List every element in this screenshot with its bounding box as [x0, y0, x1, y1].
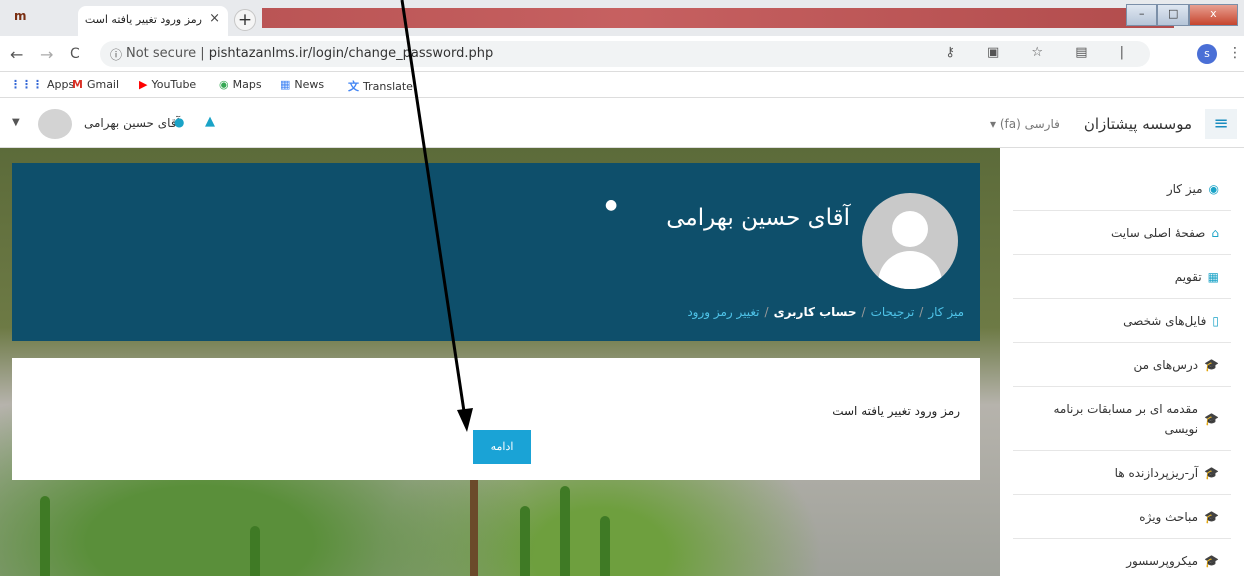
minimize-button[interactable]: –: [1126, 4, 1158, 26]
graduation-cap-icon: 🎓: [1204, 553, 1219, 568]
graduation-cap-icon: 🎓: [1204, 509, 1219, 524]
sidebar-item-site-home[interactable]: ⌂ صفحهٔ اصلی سایت: [1013, 211, 1231, 255]
url-input[interactable]: ⓘ Not secure | pishtazanlms.ir/login/cha…: [100, 41, 1150, 67]
breadcrumb-separator: /: [919, 305, 924, 319]
profile-picture: [862, 193, 958, 289]
main-content-card: رمز ورود تغییر یافته است ادامه: [12, 358, 980, 480]
window-title-band: [262, 8, 1174, 28]
maximize-button[interactable]: □: [1157, 4, 1189, 26]
avatar[interactable]: [38, 109, 72, 139]
breadcrumb-dashboard[interactable]: میز کار: [928, 305, 964, 319]
forward-icon[interactable]: →: [40, 45, 53, 64]
address-bar-row: ← → C ⓘ Not secure | pishtazanlms.ir/log…: [0, 36, 1244, 72]
page-header: آقای حسین بهرامی ● میز کار / ترجیحات / حساب …: [12, 163, 980, 341]
bookmarks-bar: ⋮⋮⋮ Apps M Gmail ▶ YouTube ◉ Maps ▦ News 文 Tra…: [0, 72, 1244, 98]
browser-tab[interactable]: رمز ورود تغییر یافته است ×: [78, 6, 228, 36]
bookmark-label: Maps: [232, 78, 262, 91]
info-icon[interactable]: ⓘ: [110, 46, 122, 63]
message-user-icon[interactable]: ●: [605, 197, 617, 213]
profile-avatar[interactable]: s: [1197, 44, 1217, 64]
sidebar-item-label: مقدمه ای بر مسابقات برنامه نویسی: [1053, 401, 1199, 436]
bookmark-youtube[interactable]: ▶ YouTube: [139, 78, 196, 91]
file-icon: ▯: [1212, 313, 1219, 328]
sidebar-item-label: میکروپرسسور: [1126, 553, 1199, 568]
maps-icon: ◉: [219, 78, 229, 91]
graduation-cap-icon: 🎓: [1204, 411, 1219, 426]
site-navbar: ≡ موسسه پیشتازان فارسی (fa) ▾ ▼ آقای حسی…: [0, 100, 1244, 148]
tab-title: رمز ورود تغییر یافته است: [84, 13, 202, 26]
continue-button[interactable]: ادامه: [473, 430, 531, 464]
youtube-icon: ▶: [139, 78, 148, 91]
language-menu[interactable]: فارسی (fa) ▾: [990, 117, 1060, 131]
sidebar-item-course[interactable]: 🎓 مقدمه ای بر مسابقات برنامه نویسی: [1013, 387, 1231, 451]
sidebar-item-label: مباحث ویژه: [1139, 509, 1199, 524]
url-text: Not secure | pishtazanlms.ir/login/chang…: [126, 46, 493, 61]
bookmark-label: Translate: [363, 80, 413, 93]
not-secure-label: Not secure |: [126, 46, 209, 61]
messages-icon[interactable]: ●: [174, 115, 184, 129]
bookmark-maps[interactable]: ◉ Maps: [219, 78, 262, 91]
navigation-sidebar: ◉ میز کار ⌂ صفحهٔ اصلی سایت ▦ تقویم ▯ فایل‌ه…: [1013, 167, 1231, 576]
sidebar-item-label: میز کار: [1166, 181, 1203, 196]
user-menu-caret-icon[interactable]: ▼: [12, 117, 20, 128]
menu-toggle-button[interactable]: ≡: [1205, 109, 1237, 139]
bookmark-apps[interactable]: ⋮⋮⋮ Apps: [10, 78, 74, 91]
sidebar-item-label: درس‌های من: [1133, 357, 1199, 372]
bookmark-gmail[interactable]: M Gmail: [72, 78, 119, 91]
breadcrumb-change-password[interactable]: تغییر رمز ورود: [687, 305, 759, 319]
dashboard-icon: ◉: [1208, 181, 1219, 196]
breadcrumb-separator: /: [861, 305, 866, 319]
breadcrumb-preferences[interactable]: ترجیحات: [871, 305, 915, 319]
sidebar-item-my-courses[interactable]: 🎓 درس‌های من: [1013, 343, 1231, 387]
bookmark-translate[interactable]: 文 Translate: [348, 78, 413, 94]
apps-icon: ⋮⋮⋮: [10, 78, 43, 91]
close-window-button[interactable]: x: [1188, 4, 1238, 26]
bookmark-label: YouTube: [151, 78, 197, 91]
sidebar-item-course[interactable]: 🎓 میکروپرسسور: [1013, 539, 1231, 576]
sidebar-item-dashboard[interactable]: ◉ میز کار: [1013, 167, 1231, 211]
favicon-icon: m: [14, 9, 27, 23]
window-controls: – □ x: [1126, 4, 1238, 26]
url-value: pishtazanlms.ir/login/change_password.ph…: [208, 46, 494, 61]
new-tab-button[interactable]: +: [234, 9, 256, 31]
sidebar-item-label: آر-ریزپردازنده ها: [1114, 465, 1199, 480]
page-title: آقای حسین بهرامی: [666, 205, 850, 231]
browser-tab-bar: m رمز ورود تغییر یافته است × + – □ x: [0, 0, 1244, 36]
sidebar-item-label: تقویم: [1174, 269, 1202, 284]
notifications-bell-icon[interactable]: ▲: [205, 114, 215, 129]
close-tab-icon[interactable]: ×: [209, 11, 220, 26]
breadcrumb-separator: /: [764, 305, 769, 319]
sidebar-item-course[interactable]: 🎓 آر-ریزپردازنده ها: [1013, 451, 1231, 495]
site-name-link[interactable]: موسسه پیشتازان: [1084, 115, 1192, 133]
home-icon: ⌂: [1211, 225, 1219, 240]
sidebar-item-label: فایل‌های شخصی: [1123, 313, 1207, 328]
translate-icon: 文: [348, 80, 359, 93]
breadcrumb: میز کار / ترجیحات / حساب کاربری / تغییر رمز ور…: [687, 305, 964, 319]
calendar-icon: ▦: [1207, 269, 1219, 284]
bookmark-label: Apps: [47, 78, 75, 91]
back-icon[interactable]: ←: [10, 45, 23, 64]
omnibox-action-icons[interactable]: ⚷ ▣ ☆ ▤ |: [945, 45, 1138, 60]
sidebar-item-calendar[interactable]: ▦ تقویم: [1013, 255, 1231, 299]
bookmark-news[interactable]: ▦ News: [280, 78, 324, 91]
bookmark-label: News: [294, 78, 325, 91]
password-changed-message: رمز ورود تغییر یافته است: [832, 404, 960, 418]
breadcrumb-user-account: حساب کاربری: [773, 305, 857, 319]
sidebar-item-course[interactable]: 🎓 مباحث ویژه: [1013, 495, 1231, 539]
graduation-cap-icon: 🎓: [1204, 465, 1219, 480]
navbar-user-name[interactable]: آقای حسین بهرامی: [84, 116, 180, 130]
news-icon: ▦: [280, 78, 291, 91]
gmail-icon: M: [72, 78, 83, 91]
sidebar-item-label: صفحهٔ اصلی سایت: [1110, 225, 1206, 240]
browser-menu-icon[interactable]: ⋮: [1228, 45, 1242, 61]
bookmark-label: Gmail: [86, 78, 120, 91]
reload-icon[interactable]: C: [70, 46, 80, 62]
graduation-cap-icon: 🎓: [1204, 357, 1219, 372]
sidebar-item-private-files[interactable]: ▯ فایل‌های شخصی: [1013, 299, 1231, 343]
